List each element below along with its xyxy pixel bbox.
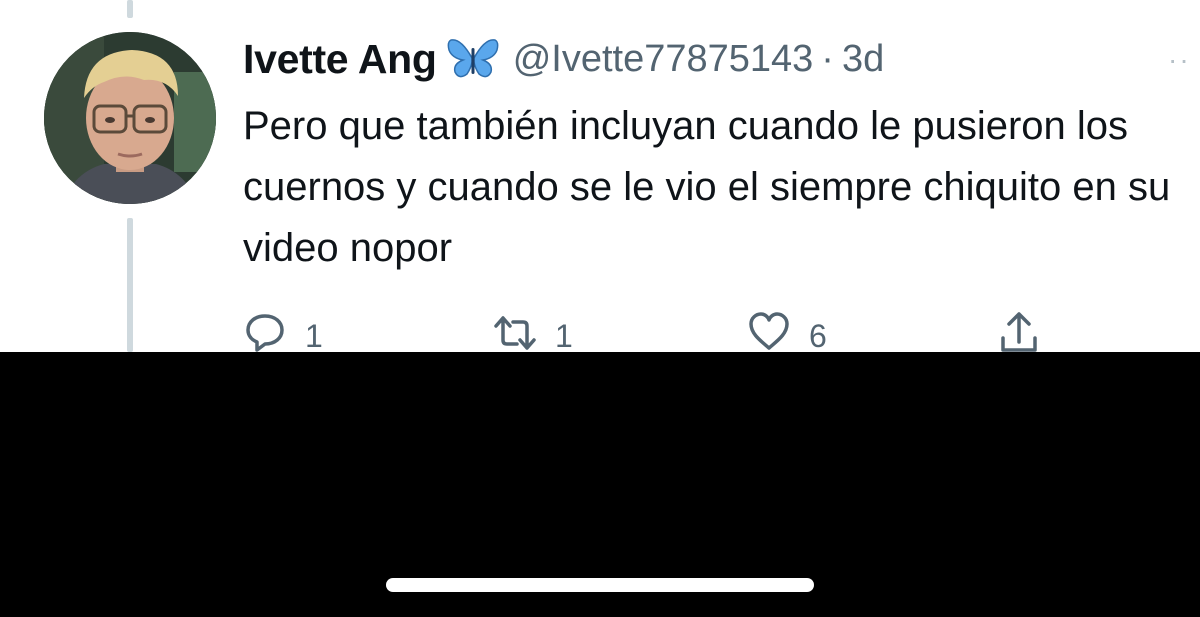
more-dots-icon[interactable]: ·· <box>1168 44 1191 76</box>
retweet-icon <box>493 308 537 352</box>
home-indicator[interactable] <box>386 578 814 592</box>
user-handle[interactable]: @Ivette77875143 <box>513 38 814 81</box>
share-icon <box>997 308 1041 352</box>
like-count: 6 <box>809 318 827 352</box>
like-button[interactable]: 6 <box>747 308 827 352</box>
timestamp[interactable]: 3d <box>842 38 884 81</box>
avatar[interactable] <box>44 32 216 204</box>
retweet-count: 1 <box>555 318 573 352</box>
tweet[interactable]: Ivette Ang @Ivette77875143 · 3d ·· Pero … <box>0 0 1200 352</box>
reply-icon <box>243 308 287 352</box>
thread-line <box>127 0 133 18</box>
display-name[interactable]: Ivette Ang <box>243 36 437 83</box>
butterfly-emoji-icon <box>447 36 499 82</box>
tweet-text: Pero que también incluyan cuando le pusi… <box>243 104 1171 270</box>
retweet-button[interactable]: 1 <box>493 308 573 352</box>
tweet-actions: 1 1 6 <box>243 308 1183 352</box>
thread-line <box>127 218 133 352</box>
reply-button[interactable]: 1 <box>243 308 323 352</box>
tweet-header: Ivette Ang @Ivette77875143 · 3d <box>243 32 884 86</box>
heart-icon <box>747 308 791 352</box>
reply-count: 1 <box>305 318 323 352</box>
share-button[interactable] <box>997 308 1041 352</box>
separator-dot: · <box>821 37 834 80</box>
